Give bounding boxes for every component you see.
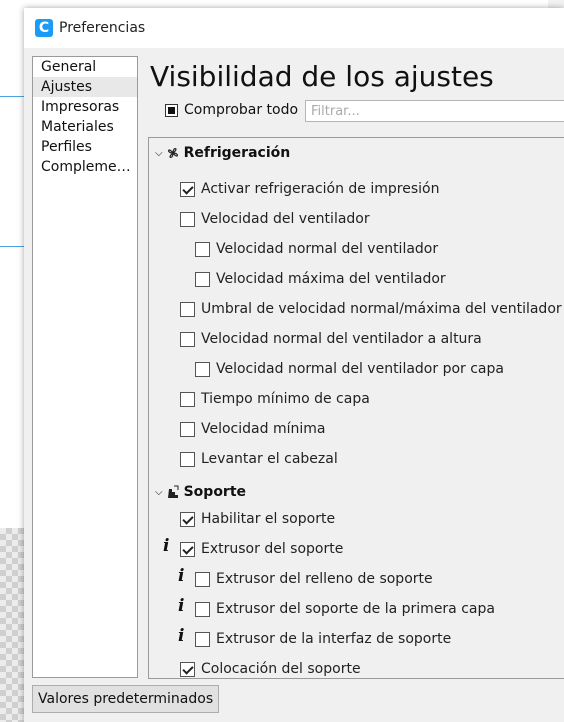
setting-label: Colocación del soporte [201, 661, 361, 677]
setting-checkbox[interactable] [180, 391, 195, 407]
setting-checkbox[interactable] [195, 271, 210, 287]
setting-checkbox[interactable] [180, 301, 195, 317]
preferences-window: C Preferencias General Ajustes Impresora… [24, 8, 564, 722]
setting-label: Tiempo mínimo de capa [201, 391, 370, 407]
setting-row[interactable]: Activar refrigeración de impresión [180, 178, 439, 200]
setting-row[interactable]: Tiempo mínimo de capa [180, 388, 370, 410]
setting-label: Velocidad del ventilador [201, 211, 370, 227]
setting-label: Velocidad mínima [201, 421, 326, 437]
setting-label: Extrusor del soporte de la primera capa [216, 601, 495, 617]
setting-label: Activar refrigeración de impresión [201, 181, 440, 197]
defaults-button[interactable]: Valores predeterminados [32, 685, 220, 713]
check-all-control[interactable]: Comprobar todo [165, 102, 298, 118]
setting-row[interactable]: Extrusor del relleno de soporte [195, 568, 433, 590]
setting-checkbox[interactable] [195, 601, 210, 617]
fan-icon [167, 148, 178, 158]
sidebar-item-impresoras[interactable]: Impresoras [33, 97, 137, 117]
filter-input[interactable] [305, 100, 564, 122]
sidebar-item-perfiles[interactable]: Perfiles [33, 137, 137, 157]
category-header-refrigeracion[interactable]: ⌵ Refrigeración [155, 142, 290, 164]
setting-row[interactable]: Velocidad normal del ventilador a altura [180, 328, 482, 350]
setting-label: Velocidad normal del ventilador [216, 241, 439, 257]
sidebar-item-materiales[interactable]: Materiales [33, 117, 137, 137]
setting-checkbox[interactable] [195, 361, 210, 377]
setting-checkbox[interactable] [195, 631, 210, 647]
category-label: Soporte [183, 484, 247, 500]
info-icon[interactable]: i [178, 626, 184, 646]
window-title: Preferencias [59, 20, 146, 36]
setting-label: Extrusor de la interfaz de soporte [216, 631, 452, 647]
chevron-down-icon[interactable]: ⌵ [155, 487, 163, 498]
support-icon [167, 485, 179, 498]
setting-row[interactable]: Extrusor del soporte [180, 538, 343, 560]
setting-row[interactable]: Velocidad máxima del ventilador [195, 268, 446, 290]
setting-label: Velocidad máxima del ventilador [216, 271, 446, 287]
setting-row[interactable]: Extrusor de la interfaz de soporte [195, 628, 451, 650]
setting-row[interactable]: Colocación del soporte [180, 658, 361, 678]
setting-label: Velocidad normal del ventilador a altura [201, 331, 482, 347]
sidebar-item-general[interactable]: General [33, 57, 137, 77]
sidebar-item-complementos[interactable]: Complement... [33, 157, 137, 177]
setting-checkbox[interactable] [180, 181, 195, 197]
setting-checkbox[interactable] [180, 451, 195, 467]
settings-list: ⌵ Refrigeración Activar refrigeración de… [148, 137, 564, 679]
setting-label: Levantar el cabezal [201, 451, 338, 467]
setting-row[interactable]: Habilitar el soporte [180, 508, 335, 530]
setting-checkbox[interactable] [180, 511, 195, 527]
title-bar[interactable]: C Preferencias [24, 8, 564, 48]
setting-checkbox[interactable] [180, 421, 195, 437]
setting-checkbox[interactable] [180, 211, 195, 227]
check-all-checkbox[interactable] [165, 103, 178, 117]
setting-checkbox[interactable] [180, 661, 195, 677]
setting-label: Velocidad normal del ventilador por capa [216, 361, 504, 377]
setting-row[interactable]: Velocidad normal del ventilador por capa [195, 358, 504, 380]
setting-row[interactable]: Umbral de velocidad normal/máxima del ve… [180, 298, 562, 320]
setting-label: Extrusor del relleno de soporte [216, 571, 433, 587]
setting-row[interactable]: Velocidad mínima [180, 418, 325, 440]
check-all-label: Comprobar todo [184, 102, 299, 118]
background-divider [0, 96, 24, 97]
sidebar-item-ajustes[interactable]: Ajustes [33, 77, 137, 97]
category-header-soporte[interactable]: ⌵ Soporte [155, 481, 246, 503]
setting-row[interactable]: Velocidad del ventilador [180, 208, 370, 230]
chevron-down-icon[interactable]: ⌵ [155, 148, 163, 159]
setting-checkbox[interactable] [195, 571, 210, 587]
preferences-sidebar: General Ajustes Impresoras Materiales Pe… [32, 56, 138, 678]
setting-label: Habilitar el soporte [201, 511, 336, 527]
info-icon[interactable]: i [178, 566, 184, 586]
background-divider [0, 246, 24, 247]
page-title: Visibilidad de los ajustes [150, 60, 494, 93]
setting-checkbox[interactable] [195, 241, 210, 257]
setting-row[interactable]: Velocidad normal del ventilador [195, 238, 438, 260]
setting-label: Umbral de velocidad normal/máxima del ve… [201, 301, 562, 317]
setting-row[interactable]: Extrusor del soporte de la primera capa [195, 598, 495, 620]
info-icon[interactable]: i [163, 536, 169, 556]
setting-label: Extrusor del soporte [201, 541, 344, 557]
cura-app-icon: C [35, 19, 53, 37]
setting-checkbox[interactable] [180, 541, 195, 557]
category-label: Refrigeración [183, 145, 291, 161]
setting-checkbox[interactable] [180, 331, 195, 347]
info-icon[interactable]: i [178, 596, 184, 616]
desktop-pattern [0, 528, 24, 722]
setting-row[interactable]: Levantar el cabezal [180, 448, 338, 470]
